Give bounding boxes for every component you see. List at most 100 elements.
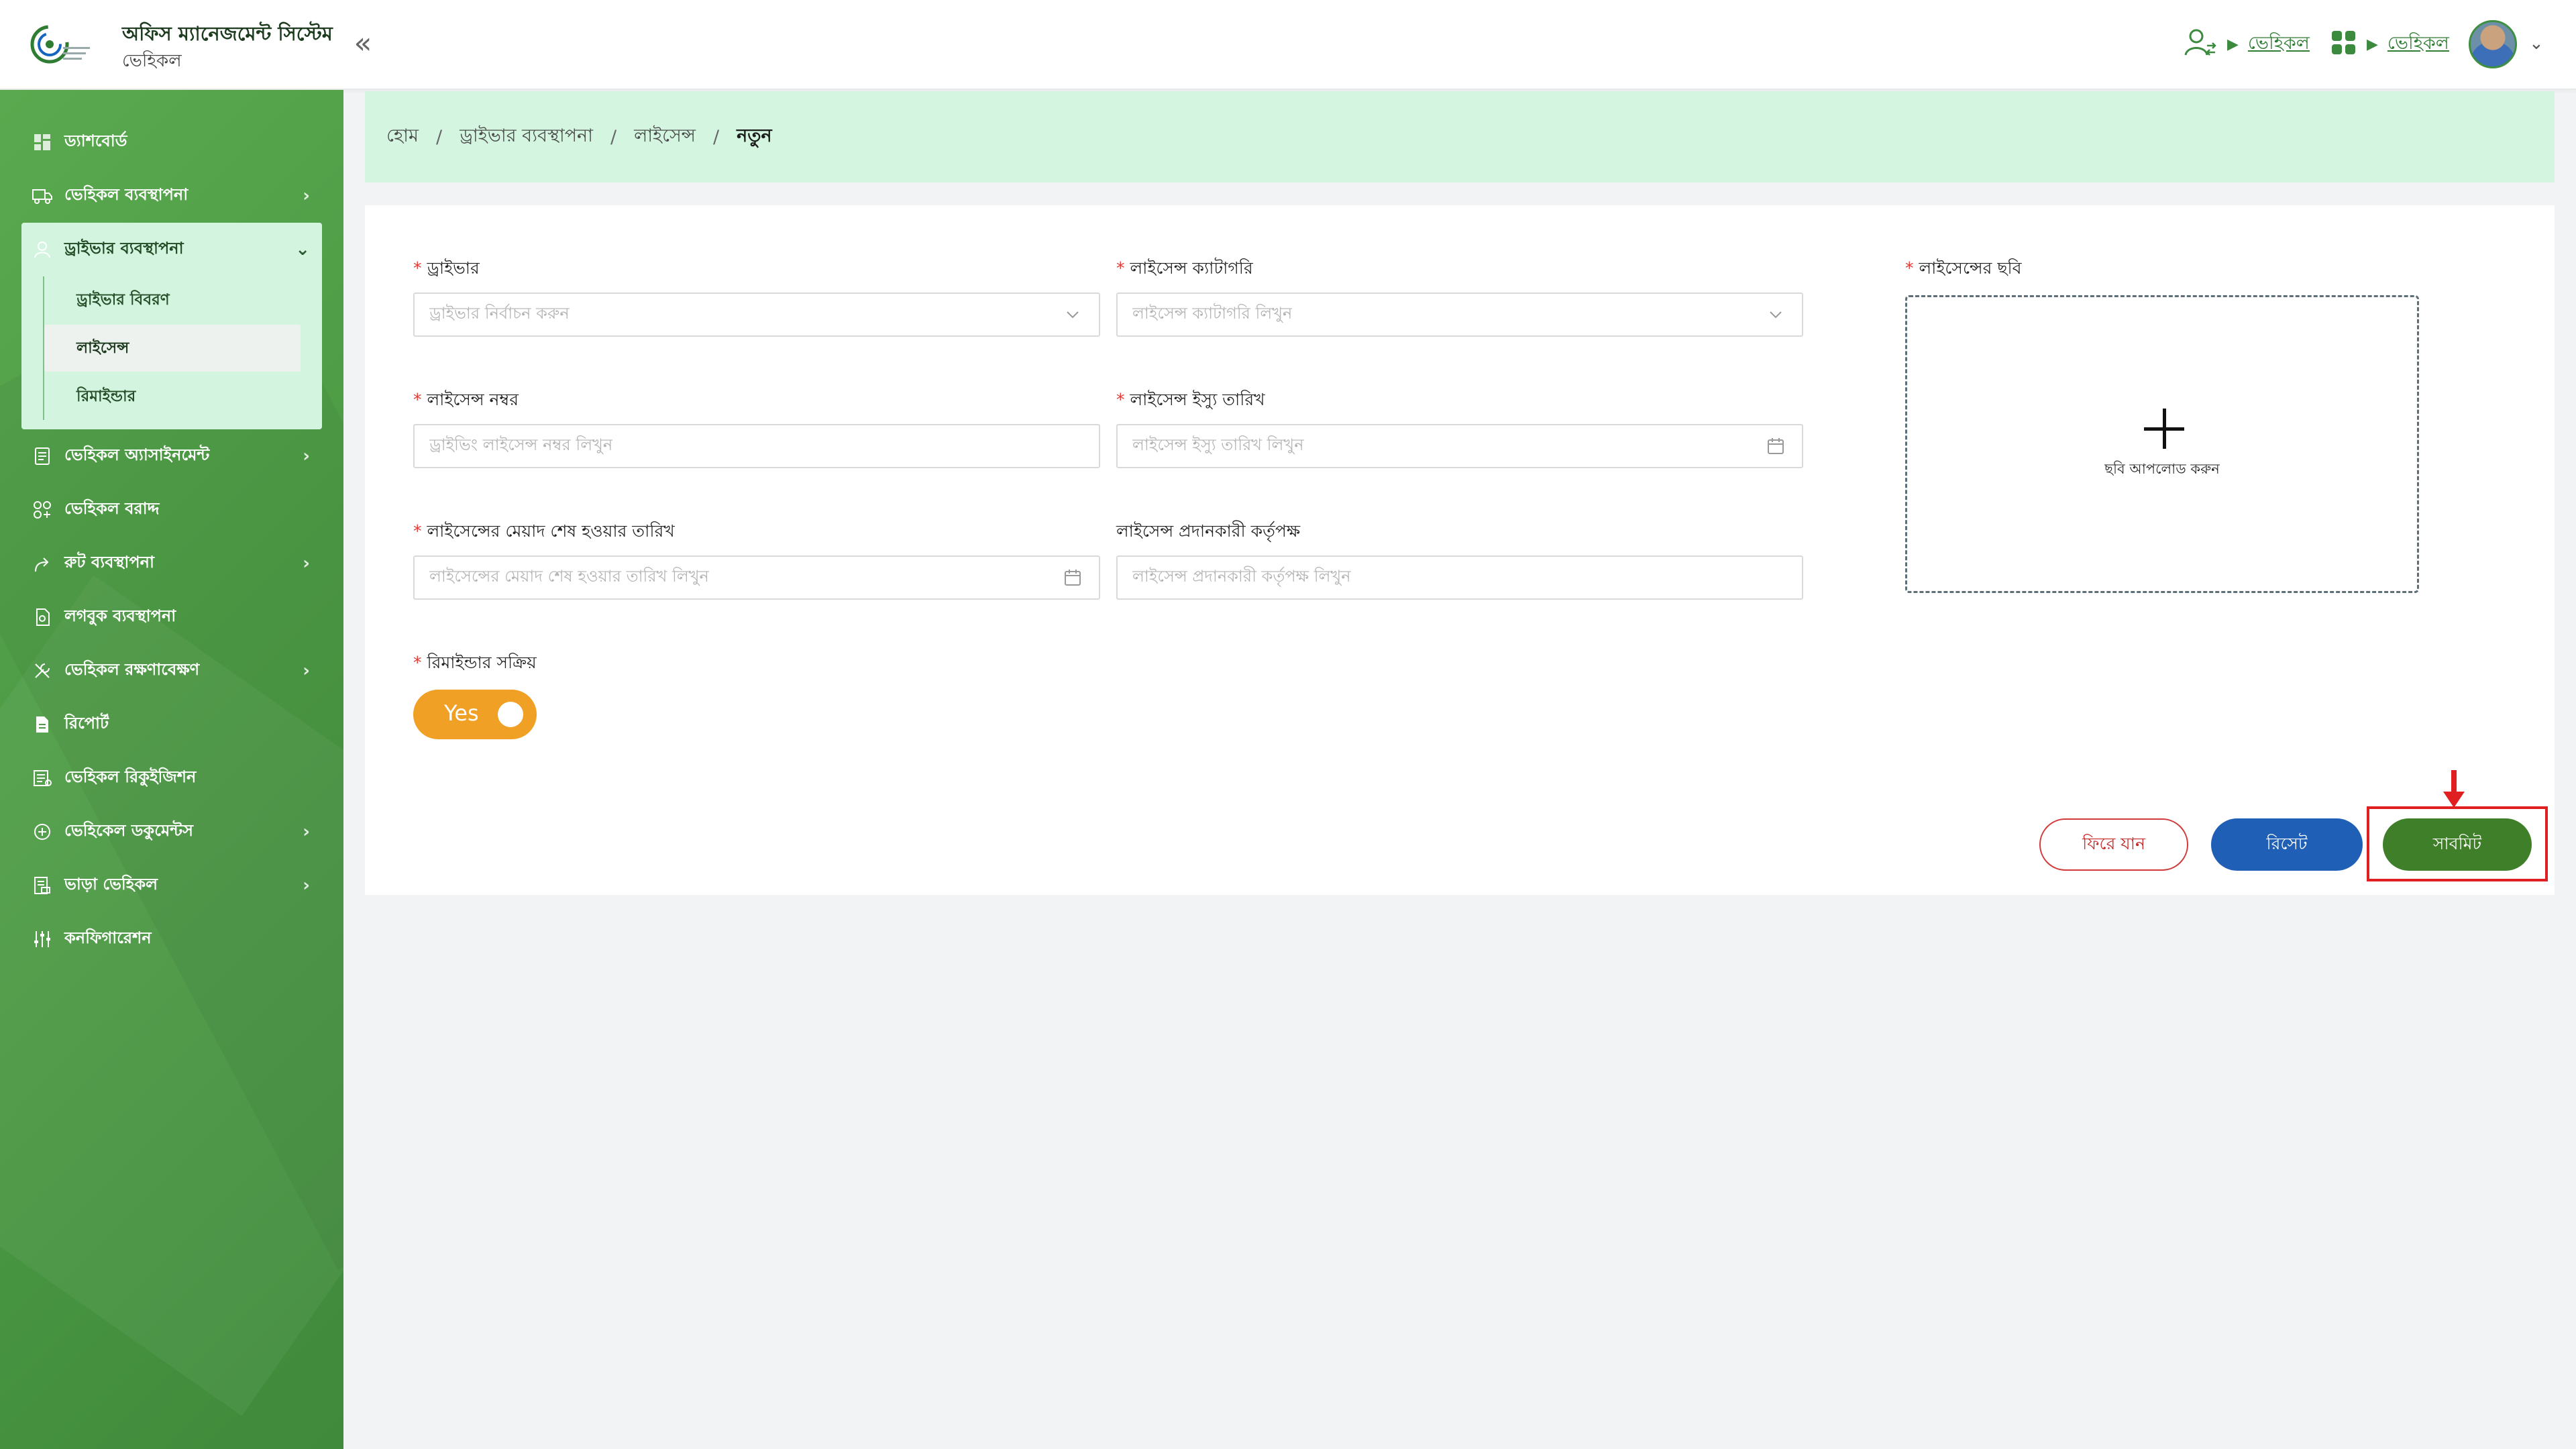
breadcrumb-driver-management[interactable]: ড্রাইভার ব্যবস্থাপনা bbox=[460, 122, 593, 152]
breadcrumb-separator: / bbox=[713, 126, 720, 148]
submenu-item-label: ড্রাইভার বিবরণ bbox=[76, 290, 170, 309]
expiry-date-label: * লাইসেন্সের মেয়াদ শেষ হওয়ার তারিখ bbox=[413, 518, 675, 547]
issue-date-placeholder: লাইসেন্স ইস্যু তারিখ লিখুন bbox=[1132, 435, 1304, 454]
sidebar-item-rental-vehicle[interactable]: ভাড়া ভেহিকল › bbox=[0, 859, 343, 912]
driver-icon bbox=[32, 239, 52, 260]
issuing-authority-label-text: লাইসেন্স প্রদানকারী কর্তৃপক্ষ bbox=[1116, 521, 1301, 541]
app-subtitle: ভেহিকল bbox=[122, 51, 182, 71]
license-number-label-text: লাইসেন্স নম্বর bbox=[427, 390, 519, 409]
chevron-right-icon: › bbox=[303, 446, 310, 466]
license-category-label-text: লাইসেন্স ক্যাটাগরি bbox=[1130, 258, 1253, 278]
chevron-right-icon: › bbox=[303, 822, 310, 842]
sidebar-item-label: রিপোর্ট bbox=[64, 714, 109, 733]
annotation-arrow-icon bbox=[2443, 770, 2465, 808]
submenu-item-license[interactable]: লাইসেন্স bbox=[44, 325, 301, 372]
sidebar-item-label: ভেহিকল ব্যবস্থাপনা bbox=[64, 185, 189, 204]
license-category-placeholder: লাইসেন্স ক্যাটাগরি লিখুন bbox=[1132, 304, 1293, 323]
sidebar-item-label: ভেহিকল রক্ষণাবেক্ষণ bbox=[64, 660, 200, 679]
breadcrumb-separator: / bbox=[610, 126, 617, 148]
header-link-vehicle-2[interactable]: ভেহিকল bbox=[2387, 30, 2449, 60]
sidebar-item-vehicle-management[interactable]: ভেহিকল ব্যবস্থাপনা › bbox=[0, 169, 343, 223]
sidebar-item-report[interactable]: রিপোর্ট bbox=[0, 698, 343, 751]
sidebar-item-label: ড্যাশবোর্ড bbox=[64, 131, 127, 150]
plus-icon bbox=[2144, 409, 2184, 449]
license-category-label: * লাইসেন্স ক্যাটাগরি bbox=[1116, 255, 1253, 284]
header-link-vehicle-1[interactable]: ভেহিকল bbox=[2248, 30, 2310, 60]
license-number-placeholder: ড্রাইভিং লাইসেন্স নম্বর লিখুন bbox=[429, 435, 613, 454]
sidebar-item-vehicle-allocation[interactable]: ভেহিকল বরাদ্দ bbox=[0, 483, 343, 537]
chevron-down-icon[interactable]: ⌄ bbox=[2529, 34, 2544, 54]
sidebar-item-label: ভেহিকল অ্যাসাইনমেন্ট bbox=[64, 445, 210, 464]
allocation-icon bbox=[32, 500, 52, 520]
sidebar-item-vehicle-documents[interactable]: ভেহিকেল ডকুমেন্টস › bbox=[0, 805, 343, 859]
license-number-input[interactable]: ড্রাইভিং লাইসেন্স নম্বর লিখুন bbox=[413, 424, 1100, 468]
requisition-icon bbox=[32, 768, 52, 788]
sidebar-item-vehicle-requisition[interactable]: ভেহিকল রিকুইজিশন bbox=[0, 751, 343, 805]
truck-icon bbox=[32, 186, 52, 206]
issue-date-label: * লাইসেন্স ইস্যু তারিখ bbox=[1116, 386, 1265, 415]
reminder-toggle[interactable]: Yes bbox=[413, 690, 537, 739]
sidebar-item-driver-management[interactable]: ড্রাইভার ব্যবস্থাপনা ⌄ bbox=[21, 223, 322, 276]
calendar-icon[interactable] bbox=[1764, 435, 1787, 458]
header-module-switch-2: ▶ ভেহিকল bbox=[2330, 20, 2449, 68]
driver-select[interactable]: ড্রাইভার নির্বাচন করুন bbox=[413, 292, 1100, 337]
rental-icon bbox=[32, 875, 52, 896]
collapse-sidebar-button[interactable]: « bbox=[347, 28, 378, 59]
sidebar-item-label: ভাড়া ভেহিকল bbox=[64, 875, 158, 894]
sidebar-item-logbook-management[interactable]: লগবুক ব্যবস্থাপনা bbox=[0, 590, 343, 644]
chevron-right-icon: › bbox=[303, 661, 310, 681]
chevron-right-icon: › bbox=[303, 553, 310, 574]
wrench-icon bbox=[32, 661, 52, 681]
top-header: অফিস ম্যানেজমেন্ট সিস্টেম ভেহিকল « ▶ ভেহ… bbox=[0, 0, 2576, 90]
chevron-down-icon bbox=[1764, 303, 1787, 326]
reminder-label: * রিমাইন্ডার সক্রিয় bbox=[413, 649, 537, 678]
issue-date-picker[interactable]: লাইসেন্স ইস্যু তারিখ লিখুন bbox=[1116, 424, 1803, 468]
submenu-item-label: রিমাইন্ডার bbox=[76, 387, 136, 405]
breadcrumb-license[interactable]: লাইসেন্স bbox=[634, 122, 696, 152]
sidebar: ড্যাশবোর্ড ভেহিকল ব্যবস্থাপনা › ড্রাইভার… bbox=[0, 90, 343, 1449]
dashboard-icon bbox=[32, 132, 52, 152]
caret-right-icon: ▶ bbox=[2227, 36, 2239, 53]
required-mark: * bbox=[413, 521, 422, 541]
submenu-item-label: লাইসেন্স bbox=[76, 339, 129, 357]
sliders-icon bbox=[32, 929, 52, 949]
breadcrumb-home[interactable]: হোম bbox=[386, 122, 419, 152]
sidebar-item-label: লগবুক ব্যবস্থাপনা bbox=[64, 606, 176, 625]
calendar-icon[interactable] bbox=[1061, 566, 1084, 589]
back-button[interactable]: ফিরে যান bbox=[2039, 818, 2188, 871]
license-number-label: * লাইসেন্স নম্বর bbox=[413, 386, 519, 415]
expiry-date-label-text: লাইসেন্সের মেয়াদ শেষ হওয়ার তারিখ bbox=[427, 521, 675, 541]
brand-logo[interactable] bbox=[30, 20, 94, 68]
sidebar-item-configuration[interactable]: কনফিগারেশন bbox=[0, 912, 343, 966]
issue-date-label-text: লাইসেন্স ইস্যু তারিখ bbox=[1130, 390, 1265, 409]
required-mark: * bbox=[413, 390, 422, 409]
expiry-date-picker[interactable]: লাইসেন্সের মেয়াদ শেষ হওয়ার তারিখ লিখুন bbox=[413, 555, 1100, 600]
sidebar-item-label: ভেহিকেল ডকুমেন্টস bbox=[64, 821, 193, 840]
required-mark: * bbox=[413, 258, 422, 278]
breadcrumb-current: নতুন bbox=[737, 125, 772, 146]
breadcrumb-separator: / bbox=[435, 126, 443, 148]
photo-upload-dropzone[interactable]: ছবি আপলোড করুন bbox=[1905, 295, 2419, 593]
sidebar-item-route-management[interactable]: রুট ব্যবস্থাপনা › bbox=[0, 537, 343, 590]
submenu-item-reminder[interactable]: রিমাইন্ডার bbox=[44, 373, 301, 420]
user-switch-icon[interactable] bbox=[2183, 25, 2218, 63]
user-avatar[interactable] bbox=[2469, 20, 2517, 68]
required-mark: * bbox=[413, 653, 422, 672]
license-photo-label: * লাইসেন্সের ছবি bbox=[1905, 255, 2022, 284]
sidebar-item-label: ড্রাইভার ব্যবস্থাপনা bbox=[64, 239, 184, 258]
upload-text: ছবি আপলোড করুন bbox=[2104, 461, 2220, 477]
sidebar-item-vehicle-maintenance[interactable]: ভেহিকল রক্ষণাবেক্ষণ › bbox=[0, 644, 343, 698]
submenu-item-driver-details[interactable]: ড্রাইভার বিবরণ bbox=[44, 276, 301, 323]
license-category-select[interactable]: লাইসেন্স ক্যাটাগরি লিখুন bbox=[1116, 292, 1803, 337]
reminder-toggle-label: Yes bbox=[444, 700, 479, 726]
reset-button[interactable]: রিসেট bbox=[2211, 818, 2363, 871]
apps-grid-icon[interactable] bbox=[2330, 30, 2357, 59]
driver-select-placeholder: ড্রাইভার নির্বাচন করুন bbox=[429, 304, 570, 323]
sidebar-item-dashboard[interactable]: ড্যাশবোর্ড bbox=[0, 115, 343, 169]
chevron-down-icon: ⌄ bbox=[295, 239, 310, 260]
license-form-card: * ড্রাইভার ড্রাইভার নির্বাচন করুন * লাইসেন… bbox=[365, 205, 2555, 895]
sidebar-item-label: ভেহিকল রিকুইজিশন bbox=[64, 767, 197, 786]
sidebar-item-vehicle-assignment[interactable]: ভেহিকল অ্যাসাইনমেন্ট › bbox=[0, 429, 343, 483]
required-mark: * bbox=[1116, 258, 1125, 278]
issuing-authority-input[interactable]: লাইসেন্স প্রদানকারী কর্তৃপক্ষ লিখুন bbox=[1116, 555, 1803, 600]
